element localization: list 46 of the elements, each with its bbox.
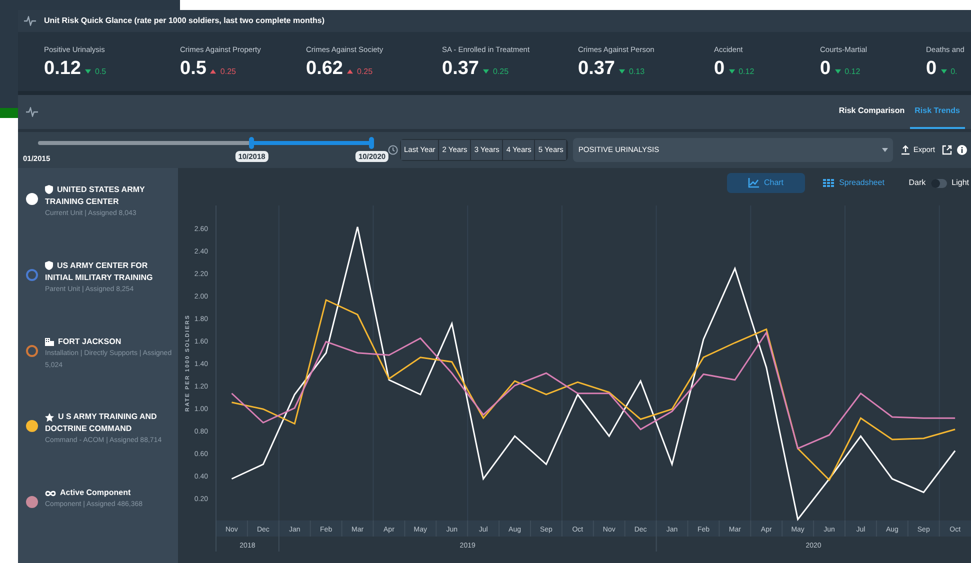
slider-handle[interactable] [248, 137, 254, 149]
pulse-icon [24, 16, 36, 26]
legend-unit-name: US ARMY CENTER FOR INITIAL MILITARY TRAINING [45, 260, 154, 284]
kpi-value: 0.12 [44, 59, 81, 78]
star-icon [45, 412, 54, 422]
kpi-delta: 0.12 [844, 66, 860, 78]
legend-unit-name: UNITED STATES ARMY TRAINING CENTER [45, 184, 146, 208]
kpi-value: 0.5 [180, 59, 206, 78]
legend-unit-name: U S ARMY TRAINING AND DOCTRINE COMMAND [45, 411, 158, 436]
kpi-value: 0 [926, 59, 937, 78]
header-title: Unit Risk Quick Glance (rate per 1000 soldiers, last two complete months) [44, 15, 325, 27]
pulse-icon [26, 107, 38, 117]
infinity-icon [45, 490, 56, 497]
shield-icon [45, 185, 53, 194]
view-toggle[interactable]: Chart [726, 173, 805, 193]
kpi-value: 0.37 [578, 59, 615, 78]
tab[interactable]: Risk Trends [910, 95, 965, 129]
kpi-value: 0.62 [306, 59, 343, 78]
building-icon [45, 336, 54, 346]
grid-icon [823, 178, 834, 188]
kpi-delta: 0.13 [628, 66, 645, 78]
info-icon[interactable] [957, 145, 967, 155]
kpi-value: 0 [820, 59, 831, 78]
upload-icon [901, 145, 910, 155]
view-toggle[interactable]: Spreadsheet [814, 173, 893, 193]
caret-icon [882, 148, 888, 152]
kpi-delta: 0.5 [94, 66, 106, 78]
legend-unit-name: Active Component [45, 487, 143, 500]
theme-switch[interactable] [930, 178, 947, 188]
slider-handle[interactable] [369, 137, 374, 149]
theme-light-label: Light [952, 177, 969, 189]
status-stripe [0, 108, 18, 118]
kpi-delta: 0.25 [492, 66, 509, 78]
clock-icon [388, 145, 398, 155]
kpi-value: 0.37 [442, 59, 479, 78]
kpi-delta: 0.12 [738, 66, 754, 78]
tab[interactable]: Risk Comparison [834, 95, 910, 129]
legend-unit-name: FORT JACKSON [45, 336, 176, 348]
shield-icon [45, 261, 53, 270]
kpi-delta: 0. [950, 66, 958, 78]
theme-dark-label: Dark [908, 177, 926, 189]
kpi-delta: 0.25 [220, 66, 236, 78]
line-chart-icon [748, 178, 759, 188]
kpi-delta: 0.25 [356, 66, 373, 78]
kpi-value: 0 [714, 59, 725, 78]
external-link-icon[interactable] [942, 145, 952, 155]
